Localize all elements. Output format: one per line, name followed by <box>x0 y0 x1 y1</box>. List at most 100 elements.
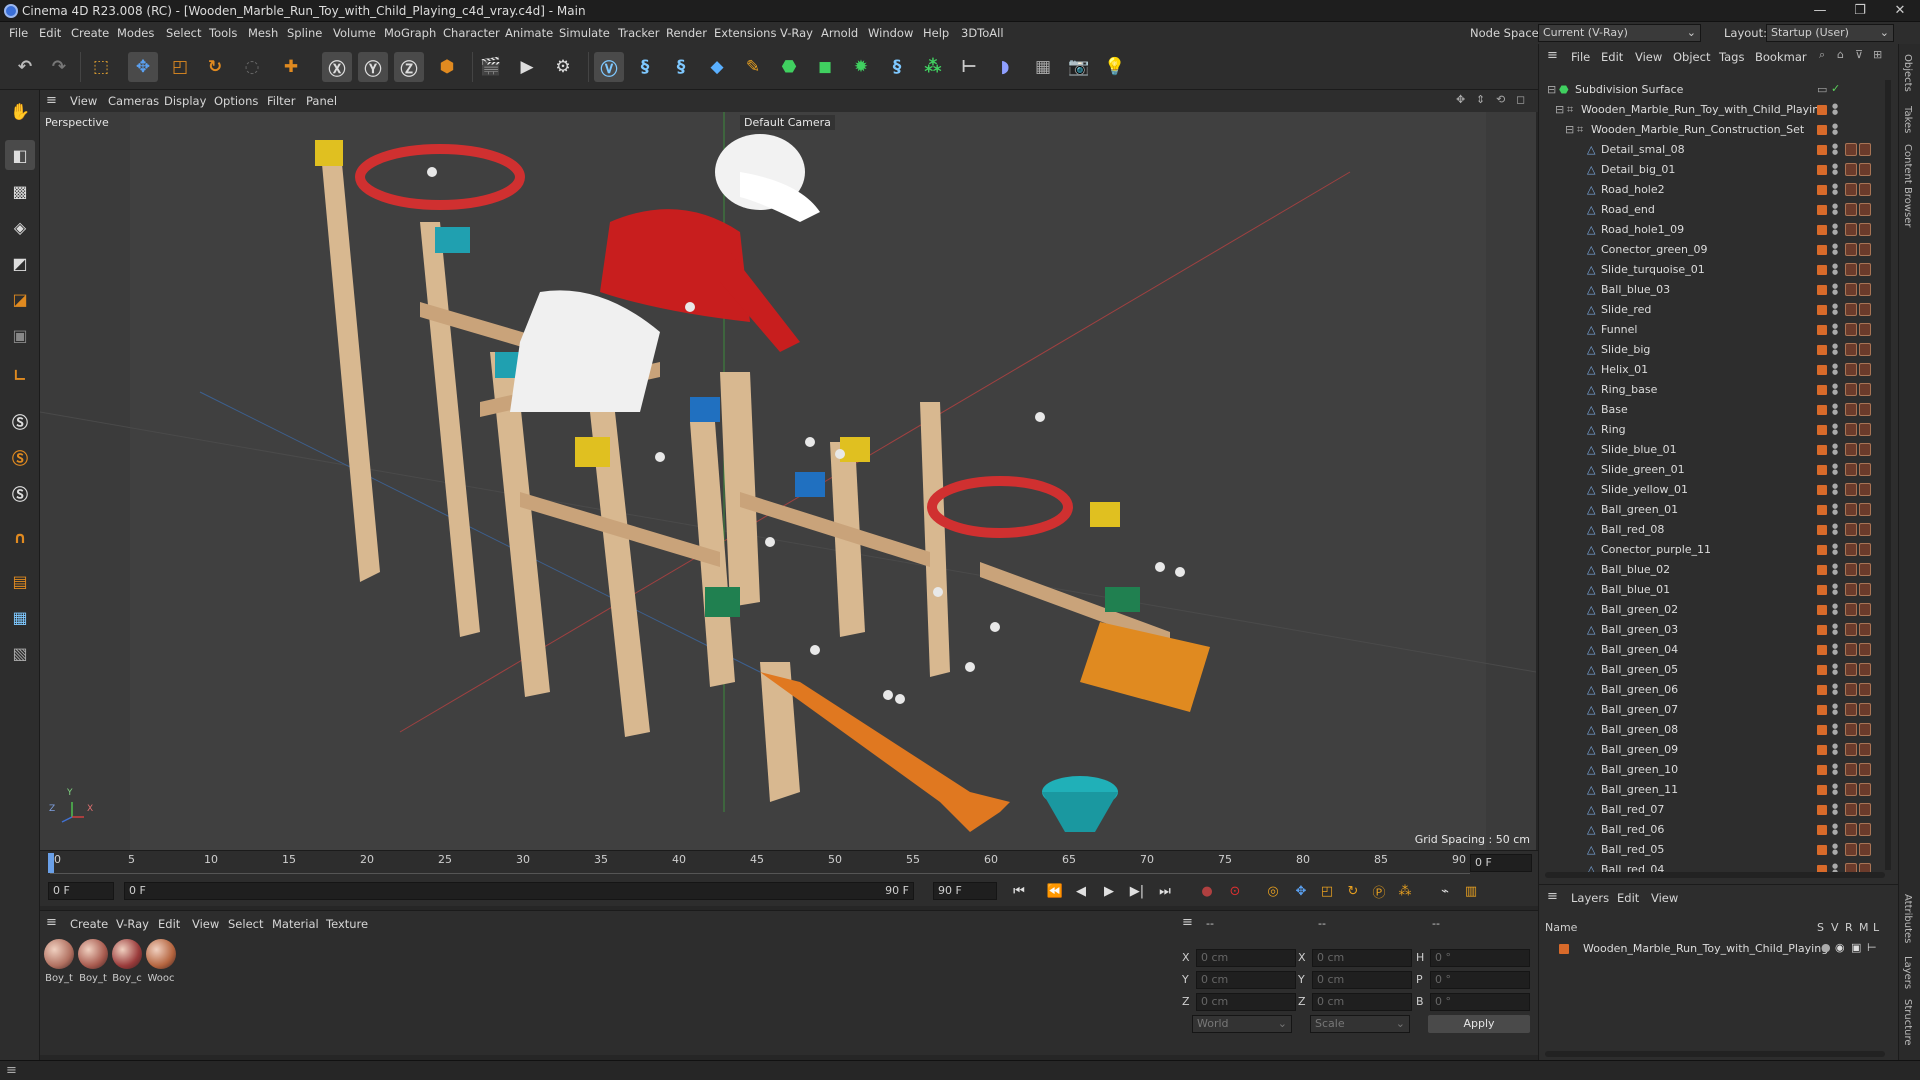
material-tag-icon[interactable] <box>1845 463 1857 476</box>
visibility-dots[interactable]: ●● <box>1832 643 1838 657</box>
material-tag-icon[interactable] <box>1845 803 1857 816</box>
horizontal-scrollbar[interactable] <box>1545 872 1885 878</box>
current-frame-field[interactable]: 0 F <box>1470 854 1532 872</box>
material-tags[interactable] <box>1845 803 1873 817</box>
visibility-dots[interactable]: ●● <box>1832 343 1838 357</box>
magnet-icon[interactable]: ∩ <box>5 522 35 552</box>
layer-row[interactable]: Wooden_Marble_Run_Toy_with_Child_Playing… <box>1539 939 1894 959</box>
visibility-dots[interactable]: ●● <box>1832 703 1838 717</box>
camera-icon[interactable]: 📷 <box>1064 52 1094 82</box>
material-tag-icon[interactable] <box>1859 723 1871 736</box>
tab-attributes[interactable]: Attributes <box>1902 894 1913 943</box>
material-tags[interactable] <box>1845 363 1873 377</box>
layers-menu-edit[interactable]: Edit <box>1617 891 1639 905</box>
mat-menu-texture[interactable]: Texture <box>326 917 368 931</box>
coord-system-dropdown[interactable]: World ⌄ <box>1192 1015 1292 1033</box>
make-editable-icon[interactable]: ✋ <box>5 96 35 126</box>
visibility-dots[interactable]: ●● <box>1832 423 1838 437</box>
render-icon[interactable]: ▣ <box>1851 941 1861 954</box>
rot-h-field[interactable]: 0 ° <box>1430 949 1530 967</box>
obj-menu-file[interactable]: File <box>1571 50 1590 64</box>
render-region-icon[interactable]: 🎬 <box>476 52 506 82</box>
material-tags[interactable] <box>1845 303 1873 317</box>
material-tag-icon[interactable] <box>1859 263 1871 276</box>
visibility-dots[interactable]: ●● <box>1832 723 1838 737</box>
material-tag-icon[interactable] <box>1859 523 1871 536</box>
hamburger-icon[interactable]: ≡ <box>46 915 57 930</box>
viewport-menu-options[interactable]: Options <box>214 94 258 108</box>
menu-select[interactable]: Select <box>166 26 201 40</box>
solo-icon[interactable]: ● <box>1821 941 1831 954</box>
material-tags[interactable] <box>1845 243 1873 257</box>
pan-icon[interactable]: ✥ <box>1456 93 1465 106</box>
pos-y-field[interactable]: 0 cm <box>1196 971 1296 989</box>
tree-row-child[interactable]: △ Detail_big_01 ● ● <box>1539 160 1871 180</box>
light-icon[interactable]: 💡 <box>1100 52 1130 82</box>
material-tag-icon[interactable] <box>1845 543 1857 556</box>
minimize-button[interactable]: — <box>1800 0 1840 22</box>
visibility-dots[interactable]: ●● <box>1832 483 1838 497</box>
viewport-menu-cameras[interactable]: Cameras <box>108 94 159 108</box>
extrude-icon[interactable]: ◼ <box>810 52 840 82</box>
menu-vray[interactable]: V-Ray <box>780 26 813 40</box>
size-y-field[interactable]: 0 cm <box>1312 971 1412 989</box>
material-tag-icon[interactable] <box>1845 283 1857 296</box>
keyframe-selection-icon[interactable]: ◎ <box>1262 881 1284 901</box>
material-tag-icon[interactable] <box>1859 183 1871 196</box>
tree-row-child[interactable]: △ Slide_yellow_01 ● ● <box>1539 480 1871 500</box>
layers-menu-layers[interactable]: Layers <box>1571 891 1609 905</box>
material-tags[interactable] <box>1845 483 1873 497</box>
viewport-menu-filter[interactable]: Filter <box>267 94 295 108</box>
material-tag-icon[interactable] <box>1859 543 1871 556</box>
menu-3dtoall[interactable]: 3DToAll <box>961 26 1004 40</box>
material-tag-icon[interactable] <box>1845 603 1857 616</box>
tree-row-child[interactable]: △ Funnel ● ● <box>1539 320 1871 340</box>
viewport-menu-panel[interactable]: Panel <box>306 94 337 108</box>
menu-simulate[interactable]: Simulate <box>559 26 610 40</box>
material-tag-icon[interactable] <box>1859 483 1871 496</box>
tree-row-child[interactable]: △ Slide_green_01 ● ● <box>1539 460 1871 480</box>
orbit-icon[interactable]: ⟲ <box>1496 93 1505 106</box>
obj-menu-object[interactable]: Object <box>1673 50 1710 64</box>
material-tags[interactable] <box>1845 623 1873 637</box>
material-tag-icon[interactable] <box>1845 763 1857 776</box>
viewport-menu-display[interactable]: Display <box>164 94 206 108</box>
material-tag-icon[interactable] <box>1859 763 1871 776</box>
material-tag-icon[interactable] <box>1859 143 1871 156</box>
collapse-icon[interactable]: ⊟ <box>1555 103 1567 117</box>
material-tag-icon[interactable] <box>1859 783 1871 796</box>
tree-row-child[interactable]: △ Ball_green_02 ● ● <box>1539 600 1871 620</box>
visibility-dots[interactable]: ●● <box>1832 403 1838 417</box>
cube-icon[interactable]: ◆ <box>702 52 732 82</box>
scale-tool-icon[interactable]: ◰ <box>165 52 195 82</box>
material-tags[interactable] <box>1845 163 1873 177</box>
tree-row-child[interactable]: △ Ball_green_10 ● ● <box>1539 760 1871 780</box>
material-tag-icon[interactable] <box>1859 703 1871 716</box>
material-tags[interactable] <box>1845 683 1873 697</box>
menu-tools[interactable]: Tools <box>209 26 237 40</box>
tab-layers[interactable]: Layers <box>1902 956 1913 989</box>
auto-key-icon[interactable]: ⊙ <box>1224 881 1246 901</box>
mat-menu-edit[interactable]: Edit <box>158 917 180 931</box>
menu-help[interactable]: Help <box>923 26 949 40</box>
tree-row-child[interactable]: △ Ball_green_05 ● ● <box>1539 660 1871 680</box>
visibility-dots[interactable]: ●● <box>1832 803 1838 817</box>
film-icon[interactable]: ▥ <box>1460 881 1482 901</box>
material-tags[interactable] <box>1845 423 1873 437</box>
material-tag-icon[interactable] <box>1845 223 1857 236</box>
tree-row-child[interactable]: △ Ball_blue_02 ● ● <box>1539 560 1871 580</box>
tab-takes[interactable]: Takes <box>1902 106 1913 133</box>
material-tag-icon[interactable] <box>1845 783 1857 796</box>
material-tags[interactable] <box>1845 263 1873 277</box>
vertical-scrollbar[interactable] <box>1885 80 1891 870</box>
material-tag-icon[interactable] <box>1845 823 1857 836</box>
obj-menu-view[interactable]: View <box>1635 50 1662 64</box>
material-tag-icon[interactable] <box>1845 643 1857 656</box>
tree-row-subgroup[interactable]: ⊟ ⌗ Wooden_Marble_Run_Construction_Set ●… <box>1539 120 1859 140</box>
material-tags[interactable] <box>1845 663 1873 677</box>
material-tag-icon[interactable] <box>1845 143 1857 156</box>
material-tags[interactable] <box>1845 563 1873 577</box>
material-tags[interactable] <box>1845 403 1873 417</box>
rotate-tool-icon[interactable]: ↻ <box>200 52 230 82</box>
mat-menu-create[interactable]: Create <box>70 917 108 931</box>
